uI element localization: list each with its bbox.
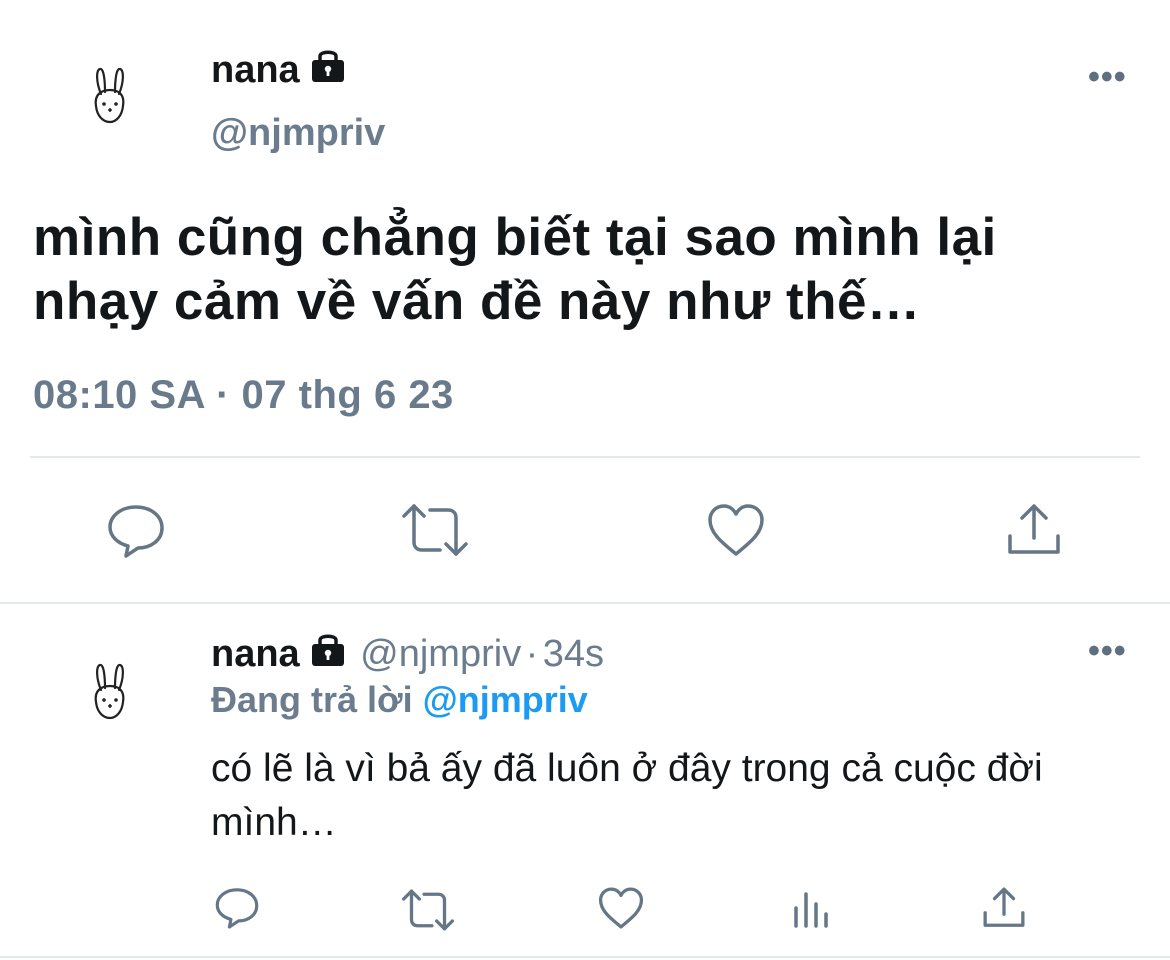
like-icon: [708, 504, 764, 556]
tweet-timestamp[interactable]: 08:10 SA · 07 thg 6 23: [33, 373, 454, 418]
share-button[interactable]: [982, 886, 1026, 930]
divider: [0, 956, 1170, 958]
divider: [0, 602, 1170, 604]
like-button[interactable]: [706, 502, 766, 558]
lock-icon: [308, 630, 348, 670]
author-name-row: nana: [211, 46, 348, 92]
meta-separator: ·: [525, 633, 539, 675]
replying-to: Đang trả lời @njmpriv: [211, 679, 588, 721]
share-button[interactable]: [1006, 502, 1062, 558]
reply-time[interactable]: 34s: [543, 633, 604, 675]
reply-text: có lẽ là vì bả ấy đã luôn ở đây trong cả…: [211, 747, 1043, 844]
analytics-icon: [794, 892, 828, 928]
replying-prefix: Đang trả lời: [211, 679, 413, 720]
reply-header: nana @njmpriv · 34s: [211, 630, 604, 676]
like-button[interactable]: [597, 886, 645, 930]
author-name[interactable]: nana: [211, 49, 300, 91]
avatar-bunny-icon: [94, 663, 125, 720]
reply-icon: [215, 888, 259, 929]
more-options-button[interactable]: •••: [1088, 58, 1127, 97]
analytics-button[interactable]: [792, 890, 834, 930]
author-name[interactable]: nana: [211, 633, 300, 675]
share-icon: [983, 887, 1025, 927]
avatar[interactable]: [84, 660, 144, 730]
more-options-button[interactable]: •••: [1088, 632, 1127, 671]
replying-mention-link[interactable]: @njmpriv: [423, 679, 588, 720]
reply-button[interactable]: [214, 886, 260, 930]
reply-button[interactable]: [106, 502, 166, 560]
like-icon: [598, 887, 644, 929]
avatar[interactable]: [84, 64, 144, 134]
divider: [30, 456, 1140, 458]
retweet-button[interactable]: [400, 502, 470, 558]
tweet-text: mình cũng chẳng biết tại sao mình lại nh…: [33, 208, 997, 331]
avatar-bunny-icon: [94, 67, 125, 124]
lock-icon: [308, 46, 348, 86]
author-handle[interactable]: @njmpriv: [360, 633, 521, 675]
reply-icon: [108, 505, 164, 558]
share-icon: [1008, 504, 1060, 554]
author-handle[interactable]: @njmpriv: [211, 112, 385, 155]
retweet-button[interactable]: [400, 888, 456, 932]
retweet-icon: [402, 504, 468, 556]
retweet-icon: [401, 889, 455, 931]
